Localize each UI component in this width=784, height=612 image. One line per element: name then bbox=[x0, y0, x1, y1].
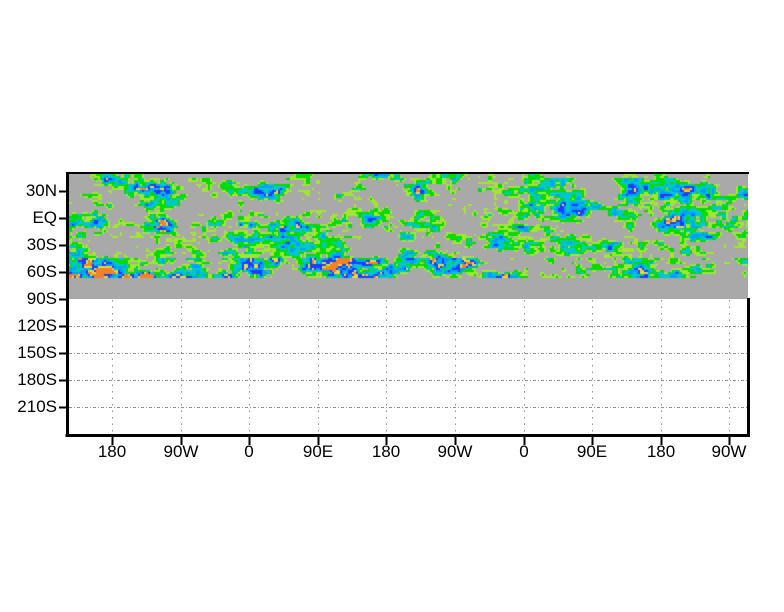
x-axis-label: 180 bbox=[371, 442, 401, 461]
x-axis-label: 0 bbox=[519, 442, 529, 461]
x-axis-label: 0 bbox=[244, 442, 254, 461]
y-axis-label: 90S bbox=[26, 289, 57, 308]
y-axis-label: 30N bbox=[25, 181, 57, 200]
x-axis-label: 90W bbox=[711, 442, 747, 461]
x-axis-label: 90E bbox=[576, 442, 608, 461]
y-axis-label: 150S bbox=[17, 343, 57, 362]
y-axis-label: 60S bbox=[26, 262, 57, 281]
x-axis-label: 90W bbox=[437, 442, 473, 461]
chart-figure: 30N EQ 30S 60S 90S 120S 150S 180S 210S 180 90W 0 90… bbox=[0, 0, 784, 612]
y-axis-label: 30S bbox=[26, 235, 57, 254]
y-axis-label: 120S bbox=[17, 316, 57, 335]
y-axis-label: 180S bbox=[17, 370, 57, 389]
axes-frame bbox=[59, 172, 750, 445]
y-axis-label: 210S bbox=[17, 397, 57, 416]
y-axis-label: EQ bbox=[32, 208, 57, 227]
x-axis-label: 90E bbox=[302, 442, 334, 461]
shaded-data-band bbox=[68, 172, 748, 299]
x-axis-label: 180 bbox=[97, 442, 127, 461]
x-axis-label: 90W bbox=[163, 442, 199, 461]
x-axis-label: 180 bbox=[646, 442, 676, 461]
